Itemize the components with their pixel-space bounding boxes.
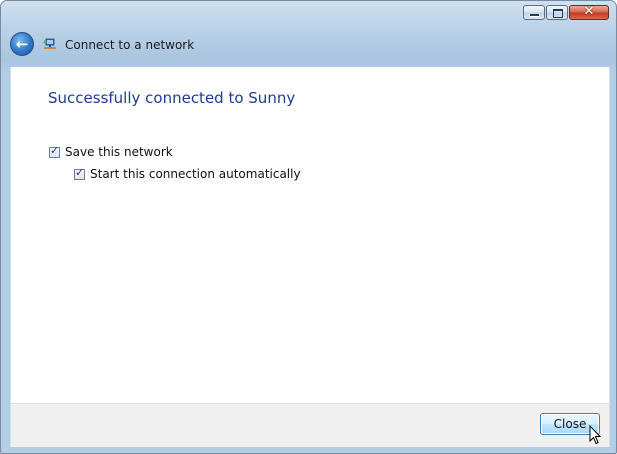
header: ← Connect to a network — [1, 25, 616, 67]
minimize-icon — [530, 14, 539, 16]
close-window-button[interactable]: ✕ — [569, 4, 609, 20]
auto-connect-checkbox[interactable]: ✓ — [74, 165, 85, 180]
save-network-checkbox[interactable]: ✓ — [49, 143, 60, 158]
save-network-label: Save this network — [65, 145, 173, 159]
maximize-icon — [553, 9, 563, 18]
minimize-button[interactable] — [523, 5, 545, 20]
window-title: Connect to a network — [65, 38, 195, 52]
footer-bar: Close — [10, 403, 610, 447]
checkmark-icon: ✓ — [50, 143, 60, 157]
auto-connect-label: Start this connection automatically — [90, 167, 301, 181]
connect-to-network-window: ✕ ← Connect to a network Successfully co… — [0, 0, 617, 454]
checkmark-icon: ✓ — [75, 165, 85, 179]
back-arrow-icon: ← — [15, 35, 29, 53]
mouse-pointer-icon — [589, 425, 601, 445]
maximize-button[interactable] — [546, 5, 568, 20]
back-button[interactable]: ← — [10, 32, 34, 56]
content-panel: Successfully connected to Sunny ✓ Save t… — [10, 67, 610, 403]
save-network-option[interactable]: ✓ Save this network — [49, 143, 173, 159]
success-heading: Successfully connected to Sunny — [48, 89, 296, 107]
network-icon — [43, 38, 56, 49]
auto-connect-option[interactable]: ✓ Start this connection automatically — [74, 165, 301, 181]
close-icon: ✕ — [583, 4, 595, 19]
caption-buttons: ✕ — [523, 4, 609, 20]
